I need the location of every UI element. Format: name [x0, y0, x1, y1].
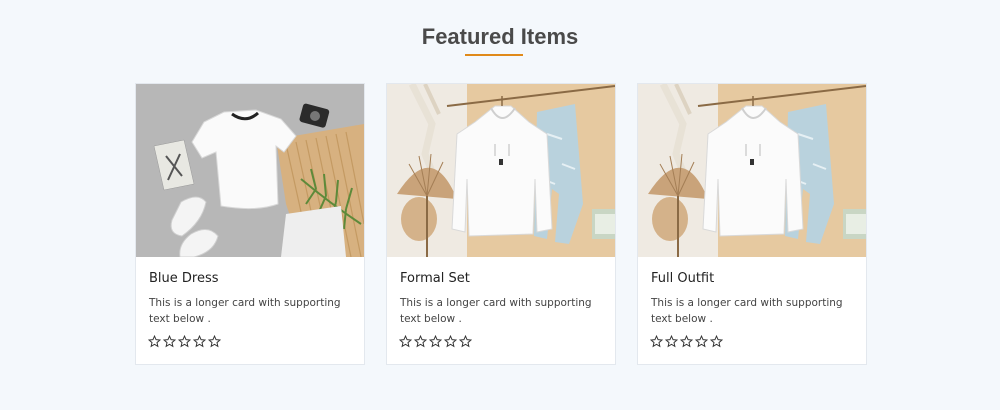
product-image-hoodie[interactable] — [387, 84, 615, 257]
star-outline-icon[interactable] — [208, 335, 221, 348]
rating-stars[interactable] — [399, 335, 472, 351]
product-image-tshirt[interactable] — [136, 84, 364, 257]
star-outline-icon[interactable] — [414, 335, 427, 348]
star-outline-icon[interactable] — [148, 335, 161, 348]
card-grid: Blue Dress This is a longer card with su… — [135, 83, 868, 366]
product-card-formal-set[interactable]: Formal Set This is a longer card with su… — [386, 83, 616, 365]
card-description: This is a longer card with supporting te… — [651, 297, 843, 325]
title-underline — [465, 54, 523, 56]
star-outline-icon[interactable] — [429, 335, 442, 348]
section-title: Featured Items — [421, 24, 579, 49]
star-outline-icon[interactable] — [650, 335, 663, 348]
card-title[interactable]: Formal Set — [400, 270, 470, 288]
featured-items-section: Featured Items Blue Dress This is a long… — [0, 0, 1000, 410]
star-outline-icon[interactable] — [459, 335, 472, 348]
star-outline-icon[interactable] — [665, 335, 678, 348]
star-outline-icon[interactable] — [399, 335, 412, 348]
star-outline-icon[interactable] — [193, 335, 206, 348]
star-outline-icon[interactable] — [695, 335, 708, 348]
card-description: This is a longer card with supporting te… — [400, 297, 592, 325]
star-outline-icon[interactable] — [178, 335, 191, 348]
star-outline-icon[interactable] — [710, 335, 723, 348]
product-image-hoodie[interactable] — [638, 84, 866, 257]
star-outline-icon[interactable] — [680, 335, 693, 348]
star-outline-icon[interactable] — [163, 335, 176, 348]
card-description: This is a longer card with supporting te… — [149, 297, 341, 325]
rating-stars[interactable] — [148, 335, 221, 351]
product-card-full-outfit[interactable]: Full Outfit This is a longer card with s… — [637, 83, 867, 365]
card-title[interactable]: Blue Dress — [149, 270, 219, 288]
rating-stars[interactable] — [650, 335, 723, 351]
product-card-blue-dress[interactable]: Blue Dress This is a longer card with su… — [135, 83, 365, 365]
star-outline-icon[interactable] — [444, 335, 457, 348]
card-title[interactable]: Full Outfit — [651, 270, 714, 288]
